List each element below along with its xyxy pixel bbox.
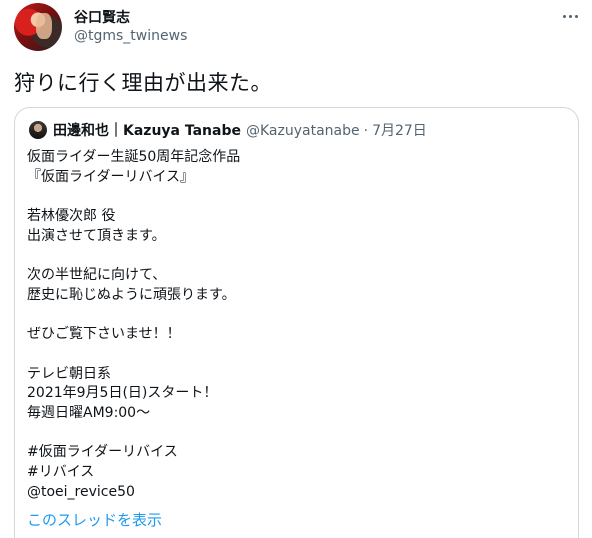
tweet: 谷口賢志 @tgms_twinews 狩りに行く理由が出来た。 田邊和也｜Kaz… — [0, 0, 592, 538]
quoted-line — [27, 187, 240, 207]
quoted-date[interactable]: 7月27日 — [372, 120, 427, 140]
quoted-hashtag: #仮面ライダーリバイス — [27, 444, 178, 461]
quoted-line — [27, 246, 240, 266]
quoted-line: 次の半世紀に向けて、 — [27, 267, 167, 284]
more-horizontal-icon[interactable] — [560, 8, 580, 24]
quoted-author-handle: @Kazuyatanabe — [245, 123, 360, 139]
quoted-line — [27, 424, 240, 444]
quoted-author-name: 田邊和也｜Kazuya Tanabe — [53, 123, 241, 139]
quoted-header: 田邊和也｜Kazuya Tanabe @Kazuyatanabe · 7月27日 — [53, 120, 427, 140]
quoted-separator: · — [363, 123, 369, 139]
quoted-line: 歴史に恥じぬように頑張ります。 — [27, 286, 236, 303]
quoted-line: 2021年9月5日(日)スタート！ — [27, 385, 218, 402]
quoted-mention: @toei_revice50 — [27, 483, 135, 500]
quoted-line: ぜひご覧下さいませ！！ — [27, 326, 181, 343]
quoted-line: 若林優次郎 役 — [27, 208, 116, 225]
author-handle[interactable]: @tgms_twinews — [74, 28, 187, 44]
quoted-line: 毎週日曜AM9:00～ — [27, 404, 151, 421]
quoted-text: 仮面ライダー生誕50周年記念作品 『仮面ライダーリバイス』 若林優次郎 役 出演… — [27, 148, 240, 502]
quoted-tweet[interactable]: 田邊和也｜Kazuya Tanabe @Kazuyatanabe · 7月27日… — [14, 107, 579, 538]
quoted-hashtag: #リバイス — [27, 464, 95, 480]
quoted-line: 出演させて頂きます。 — [27, 227, 166, 244]
tweet-text: 狩りに行く理由が出来た。 — [14, 71, 272, 95]
quoted-line: テレビ朝日系 — [27, 365, 111, 382]
quoted-author-avatar — [29, 121, 47, 139]
quoted-line: 仮面ライダー生誕50周年記念作品 — [27, 149, 241, 165]
quoted-line: 『仮面ライダーリバイス』 — [27, 168, 195, 185]
author-avatar[interactable] — [14, 3, 62, 51]
quoted-line — [27, 306, 240, 326]
quoted-line — [27, 345, 240, 365]
show-thread-link[interactable]: このスレッドを表示 — [27, 509, 162, 530]
author-name[interactable]: 谷口賢志 — [74, 7, 130, 27]
